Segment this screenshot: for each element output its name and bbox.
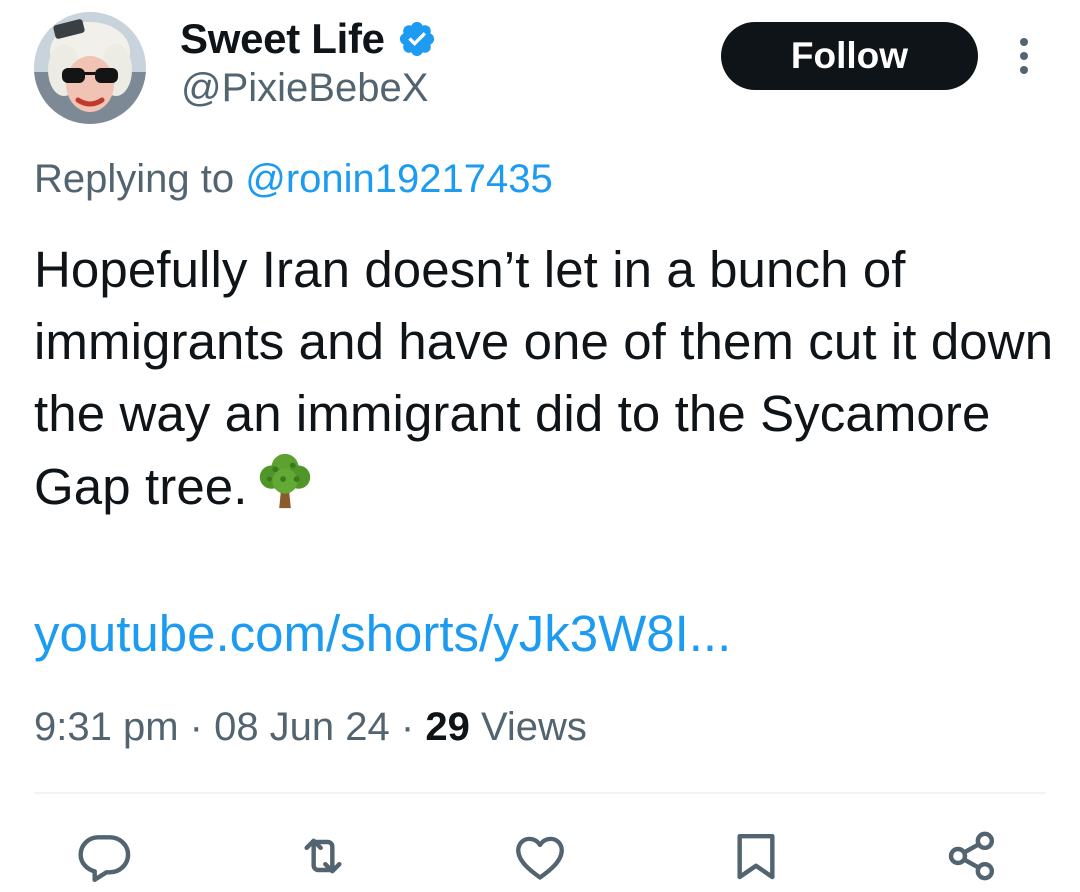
replying-to-label: Replying to bbox=[34, 157, 246, 201]
retweet-icon bbox=[304, 838, 342, 874]
youtube-link[interactable]: youtube.com/shorts/yJk3W8I... bbox=[34, 598, 731, 670]
reply-icon bbox=[78, 835, 131, 883]
tweet-text: Hopefully Iran doesn’t let in a bunch of… bbox=[34, 234, 1054, 523]
display-name[interactable]: Sweet Life bbox=[180, 15, 385, 63]
like-icon bbox=[516, 836, 564, 880]
tweet-meta: 9:31 pm · 08 Jun 24 · 29 Views bbox=[34, 705, 587, 750]
views-count[interactable]: 29 bbox=[425, 705, 470, 749]
tweet-time[interactable]: 9:31 pm bbox=[34, 705, 179, 749]
like-button[interactable] bbox=[508, 828, 572, 892]
reply-button[interactable] bbox=[72, 828, 136, 892]
verified-badge-icon bbox=[397, 19, 437, 59]
meta-separator: · bbox=[178, 705, 215, 749]
bookmark-button[interactable] bbox=[724, 828, 788, 892]
action-bar bbox=[0, 820, 1080, 887]
more-options-button[interactable] bbox=[1004, 34, 1044, 78]
divider bbox=[34, 792, 1046, 794]
avatar[interactable] bbox=[34, 12, 146, 124]
bookmark-icon bbox=[737, 833, 775, 880]
reply-mention-link[interactable]: @ronin19217435 bbox=[245, 157, 553, 201]
tweet-text-content: Hopefully Iran doesn’t let in a bunch of… bbox=[34, 241, 1054, 515]
more-vertical-icon bbox=[1020, 38, 1028, 74]
share-icon bbox=[948, 831, 995, 881]
share-button[interactable] bbox=[940, 828, 1004, 892]
tweet-date[interactable]: 08 Jun 24 bbox=[214, 705, 390, 749]
retweet-button[interactable] bbox=[291, 828, 355, 892]
display-name-row: Sweet Life bbox=[180, 14, 437, 64]
replying-to: Replying to @ronin19217435 bbox=[34, 157, 553, 202]
user-handle[interactable]: @PixieBebeX bbox=[181, 66, 428, 111]
deciduous-tree-emoji-icon bbox=[254, 450, 316, 512]
views-label: Views bbox=[469, 705, 587, 749]
follow-button[interactable]: Follow bbox=[721, 22, 978, 90]
meta-separator: · bbox=[389, 705, 426, 749]
